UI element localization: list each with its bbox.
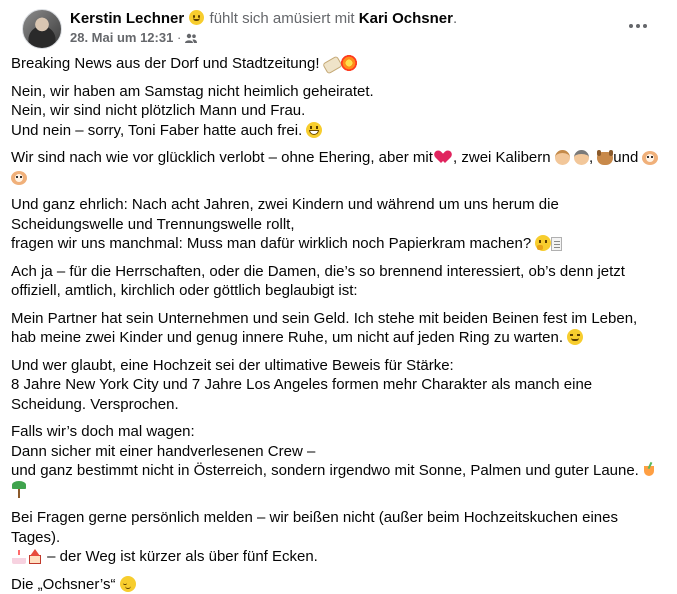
paragraph-text: , xyxy=(589,149,593,166)
dog-icon xyxy=(597,152,613,165)
collision-icon xyxy=(341,55,357,71)
paragraph-text: Ach ja – für die Herrschaften, oder die … xyxy=(11,263,625,300)
grinning-face-icon xyxy=(306,122,322,138)
feeling-text: fühlt sich amüsiert mit xyxy=(210,10,355,27)
newspaper-roll-icon xyxy=(322,56,343,75)
paragraph-honestly: Und ganz ehrlich: Nach acht Jahren, zwei… xyxy=(11,195,666,254)
paragraph-not-married: Nein, wir haben am Samstag nicht heimlic… xyxy=(11,82,666,141)
winking-face-icon xyxy=(567,329,583,345)
palm-tree-icon xyxy=(11,481,27,498)
paragraph-text: , zwei Kalibern xyxy=(453,149,551,166)
paragraph-text: Nein, wir haben am Samstag nicht heimlic… xyxy=(11,83,374,100)
post-meta: Kerstin Lechner fühlt sich amüsiert mit … xyxy=(70,9,626,47)
paragraph-text: Nein, wir sind nicht plötzlich Mann und … xyxy=(11,102,305,119)
thinking-face-icon xyxy=(535,235,551,251)
paragraph-questions: Bei Fragen gerne persönlich melden – wir… xyxy=(11,508,666,567)
timestamp-separator: · xyxy=(173,30,185,45)
paragraph-text: Bei Fragen gerne persönlich melden – wir… xyxy=(11,509,618,546)
paragraph-text: und xyxy=(613,149,638,166)
post-header: Kerstin Lechner fühlt sich amüsiert mit … xyxy=(11,0,666,54)
wedding-chapel-icon xyxy=(27,548,43,564)
paragraph-text: 8 Jahre New York City und 7 Jahre Los An… xyxy=(11,376,592,413)
tagged-suffix: . xyxy=(453,10,457,27)
paragraph-partner: Mein Partner hat sein Unternehmen und se… xyxy=(11,309,666,348)
wedding-cake-icon xyxy=(11,549,27,564)
baby-icon xyxy=(555,150,570,165)
author-name[interactable]: Kerstin Lechner xyxy=(70,10,184,27)
paragraph-if-ever: Falls wir’s doch mal wagen: Dann sicher … xyxy=(11,422,666,500)
paragraph-text: – der Weg ist kürzer als über fünf Ecken… xyxy=(47,548,318,565)
paragraph-text: Mein Partner hat sein Unternehmen und se… xyxy=(11,310,637,347)
post-subline: 28. Mai um 12:31 · xyxy=(70,29,626,47)
paragraph-text: Dann sicher mit einer handverlesenen Cre… xyxy=(11,443,315,460)
red-heart-icon xyxy=(437,150,453,165)
man-icon xyxy=(574,150,589,165)
post-body: Breaking News aus der Dorf und Stadtzeit… xyxy=(11,54,666,594)
paragraph-audience: Ach ja – für die Herrschaften, oder die … xyxy=(11,262,666,301)
paragraph-text: Die „Ochsner’s“ xyxy=(11,576,115,593)
paragraph-strength: Und wer glaubt, eine Hochzeit sei der ul… xyxy=(11,356,666,415)
paragraph-text: Breaking News aus der Dorf und Stadtzeit… xyxy=(11,55,320,72)
paragraph-text: fragen wir uns manchmal: Muss man dafür … xyxy=(11,235,531,252)
more-options-icon[interactable] xyxy=(624,14,652,38)
facebook-post: Kerstin Lechner fühlt sich amüsiert mit … xyxy=(0,0,677,576)
paragraph-text: Und nein – sorry, Toni Faber hatte auch … xyxy=(11,122,302,139)
tagged-person[interactable]: Kari Ochsner xyxy=(359,10,453,27)
hamster-icon xyxy=(11,171,27,185)
paragraph-breaking-news: Breaking News aus der Dorf und Stadtzeit… xyxy=(11,54,666,74)
author-avatar[interactable] xyxy=(22,9,62,49)
post-headline: Kerstin Lechner fühlt sich amüsiert mit … xyxy=(70,9,626,28)
paragraph-text: Und ganz ehrlich: Nach acht Jahren, zwei… xyxy=(11,196,559,233)
paragraph-engaged: Wir sind nach wie vor glücklich verlobt … xyxy=(11,148,666,187)
paragraph-text: Und wer glaubt, eine Hochzeit sei der ul… xyxy=(11,357,454,374)
hamster-icon xyxy=(642,151,658,165)
paragraph-signature: Die „Ochsner’s“ xyxy=(11,575,666,594)
paragraph-text: Wir sind nach wie vor glücklich verlobt … xyxy=(11,149,433,166)
relieved-face-icon xyxy=(120,576,136,592)
tropical-drink-icon xyxy=(643,462,655,478)
friends-icon[interactable] xyxy=(185,33,197,43)
document-icon xyxy=(551,237,562,251)
smiling-face-icon xyxy=(189,10,204,25)
post-timestamp[interactable]: 28. Mai um 12:31 xyxy=(70,30,173,45)
paragraph-text: Falls wir’s doch mal wagen: xyxy=(11,423,195,440)
paragraph-text: und ganz bestimmt nicht in Österreich, s… xyxy=(11,462,639,479)
